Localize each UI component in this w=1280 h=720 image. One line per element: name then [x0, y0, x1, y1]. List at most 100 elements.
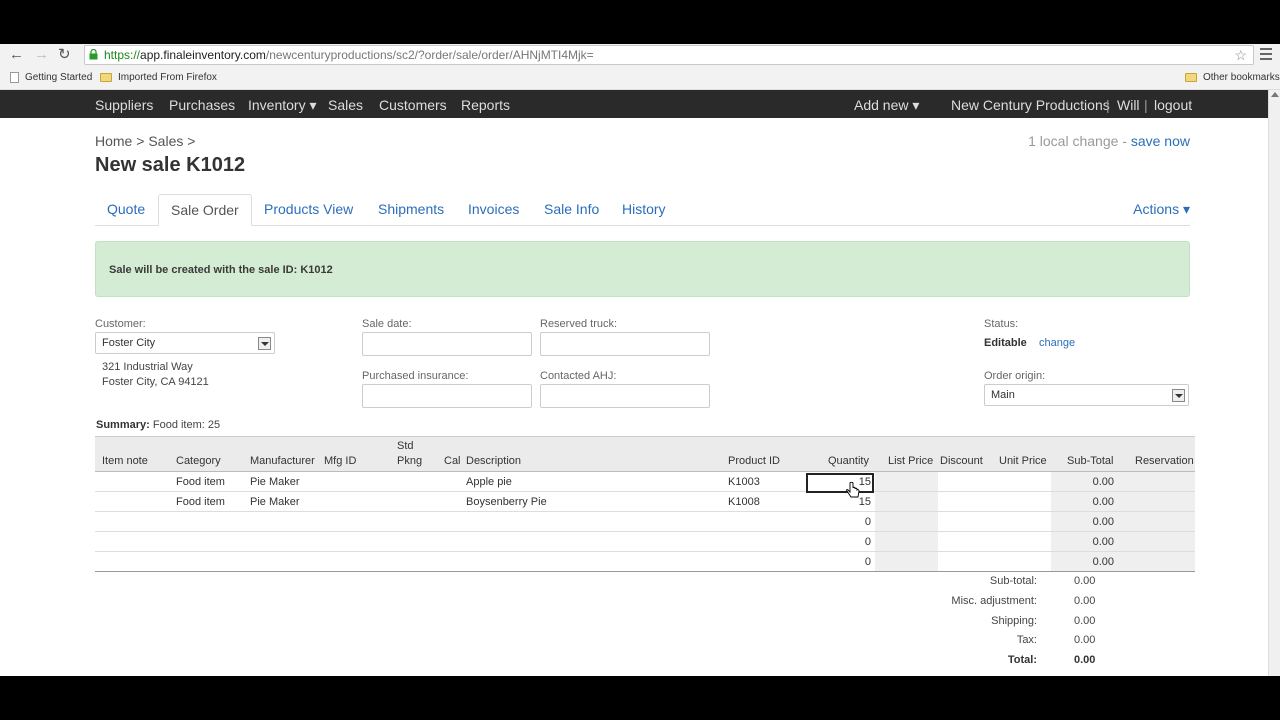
table-header: Item note Category Manufacturer Mfg ID S… [95, 436, 1195, 472]
bookmark-other-bookmarks[interactable]: Other bookmarks [1185, 72, 1280, 83]
list-price-cell[interactable] [875, 532, 938, 551]
customer-select[interactable]: Foster City [95, 332, 275, 354]
table-row[interactable]: Food item Pie Maker Apple pie K1003 15 0… [95, 472, 1195, 493]
sale-date-label: Sale date: [362, 318, 412, 330]
list-price-cell[interactable] [875, 512, 938, 531]
col-cal[interactable]: Cal [444, 455, 461, 467]
col-std-pkng-line-1[interactable]: Std [397, 440, 414, 452]
address-bar[interactable]: https://app.finaleinventory.com/newcentu… [84, 45, 1254, 65]
tax-value[interactable]: 0.00 [1074, 634, 1095, 646]
col-discount[interactable]: Discount [940, 455, 983, 467]
tab-products-view[interactable]: Products View [252, 194, 365, 226]
col-manufacturer[interactable]: Manufacturer [250, 455, 315, 467]
table-row[interactable]: 0 0.00 [95, 532, 1195, 552]
table-row[interactable]: 0 0.00 [95, 512, 1195, 532]
tab-sale-order[interactable]: Sale Order [158, 194, 252, 226]
folder-icon [1185, 73, 1197, 82]
nav-logout[interactable]: logout [1154, 97, 1192, 113]
col-description[interactable]: Description [466, 455, 521, 467]
actions-menu[interactable]: Actions ▾ [1133, 194, 1190, 224]
bookmarks-bar: Getting Started Imported From Firefox Ot… [0, 66, 1280, 90]
nav-add-new[interactable]: Add new ▾ [854, 97, 919, 114]
col-quantity[interactable]: Quantity [828, 455, 869, 467]
table-row[interactable]: 0 0.00 [95, 552, 1195, 572]
subtotal-value: 0.00 [1074, 575, 1096, 587]
hand-cursor-icon [846, 482, 860, 498]
col-std-pkng-line-2[interactable]: Pkng [397, 455, 422, 467]
total-label: Total: [1007, 654, 1037, 666]
col-product-id[interactable]: Product ID [728, 455, 780, 467]
nav-company[interactable]: New Century Productions [951, 97, 1110, 113]
tab-shipments[interactable]: Shipments [366, 194, 456, 226]
sub-total-cell [1051, 552, 1195, 571]
cell-sub-total: 0.00 [1092, 556, 1114, 568]
back-arrow-icon[interactable]: ← [9, 46, 24, 64]
summary-value: Food item: 25 [152, 419, 221, 431]
nav-customers[interactable]: Customers [379, 97, 447, 113]
reload-icon[interactable]: ↻ [58, 46, 71, 64]
col-sub-total[interactable]: Sub-Total [1067, 455, 1113, 467]
tab-invoices[interactable]: Invoices [456, 194, 531, 226]
purchased-insurance-input[interactable] [362, 384, 532, 408]
cell-description: Apple pie [466, 476, 512, 488]
tab-history[interactable]: History [610, 194, 678, 226]
list-price-cell[interactable] [875, 492, 938, 511]
cell-category: Food item [176, 476, 225, 488]
app-navbar: Suppliers Purchases Inventory ▾ Sales Cu… [0, 90, 1268, 118]
nav-sales[interactable]: Sales [328, 97, 363, 113]
breadcrumb-separator: > [136, 133, 145, 149]
cell-sub-total: 0.00 [1092, 496, 1114, 508]
cell-sub-total: 0.00 [1092, 516, 1114, 528]
bookmark-star-icon[interactable]: ☆ [1234, 46, 1247, 64]
nav-reports[interactable]: Reports [461, 97, 510, 113]
status-change-link[interactable]: change [1039, 337, 1075, 349]
forward-arrow-icon[interactable]: → [34, 46, 49, 64]
scroll-up-icon[interactable] [1271, 92, 1279, 97]
customer-address-line-1: 321 Industrial Way [102, 361, 193, 373]
table-row[interactable]: Food item Pie Maker Boysenberry Pie K100… [95, 492, 1195, 512]
col-unit-price[interactable]: Unit Price [999, 455, 1047, 467]
nav-separator: | [1106, 97, 1110, 113]
breadcrumb-sales[interactable]: Sales [148, 133, 183, 149]
cell-quantity[interactable]: 0 [865, 516, 871, 528]
nav-inventory[interactable]: Inventory ▾ [248, 97, 317, 114]
tab-quote[interactable]: Quote [95, 194, 157, 226]
col-item-note[interactable]: Item note [102, 455, 148, 467]
shipping-label: Shipping: [991, 615, 1037, 627]
bookmark-imported-from-firefox[interactable]: Imported From Firefox [100, 72, 217, 83]
order-origin-label: Order origin: [984, 370, 1046, 382]
col-category[interactable]: Category [176, 455, 221, 467]
shipping-value[interactable]: 0.00 [1074, 615, 1095, 627]
sale-date-input[interactable] [362, 332, 532, 356]
nav-user[interactable]: Will [1117, 97, 1140, 113]
cell-quantity[interactable]: 0 [865, 536, 871, 548]
nav-purchases[interactable]: Purchases [169, 97, 235, 113]
order-origin-select[interactable]: Main [984, 384, 1189, 406]
breadcrumb-home[interactable]: Home [95, 133, 132, 149]
misc-adjustment-value[interactable]: 0.00 [1074, 595, 1095, 607]
sub-total-cell [1051, 472, 1195, 491]
reserved-truck-input[interactable] [540, 332, 710, 356]
contacted-ahj-input[interactable] [540, 384, 710, 408]
cell-quantity[interactable]: 15 [859, 496, 871, 508]
order-origin-value: Main [991, 389, 1015, 401]
col-reservation[interactable]: Reservation [1135, 455, 1194, 467]
save-now-link[interactable]: save now [1131, 133, 1190, 149]
col-mfg-id[interactable]: Mfg ID [324, 455, 356, 467]
page-scrollbar[interactable] [1268, 90, 1280, 676]
url-scheme: https:// [104, 48, 141, 62]
sub-total-cell [1051, 532, 1195, 551]
cell-quantity[interactable]: 15 [859, 476, 871, 488]
sub-total-cell [1051, 492, 1195, 511]
nav-suppliers[interactable]: Suppliers [95, 97, 153, 113]
col-list-price[interactable]: List Price [888, 455, 933, 467]
summary-label: Summary: [96, 419, 150, 431]
tab-sale-info[interactable]: Sale Info [532, 194, 611, 226]
cell-quantity[interactable]: 0 [865, 556, 871, 568]
breadcrumb: Home > Sales > [95, 133, 195, 149]
cell-sub-total: 0.00 [1092, 536, 1114, 548]
browser-menu-icon[interactable] [1260, 48, 1272, 60]
list-price-cell[interactable] [875, 552, 938, 571]
list-price-cell[interactable] [875, 472, 938, 491]
bookmark-getting-started[interactable]: Getting Started [10, 72, 92, 83]
